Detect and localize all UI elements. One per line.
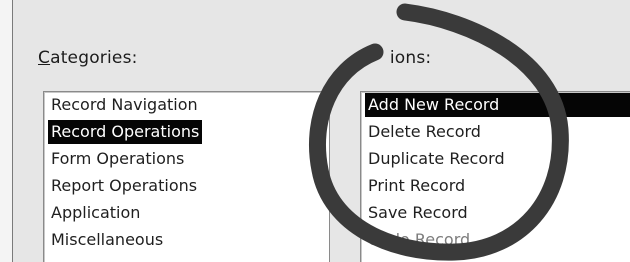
action-item-duplicate-record[interactable]: Duplicate Record xyxy=(365,147,508,171)
category-item-report-operations[interactable]: Report Operations xyxy=(48,174,200,198)
actions-label: Aions: xyxy=(356,48,431,68)
action-item-save-record[interactable]: Save Record xyxy=(365,201,471,225)
action-item-add-new-record[interactable]: Add New Record xyxy=(365,93,630,117)
categories-listbox[interactable]: Record Navigation Record Operations Form… xyxy=(43,91,330,262)
command-button-wizard-dialog: Categories: Aions: Record Navigation Rec… xyxy=(0,0,630,262)
action-item-undo-record[interactable]: Undo Record xyxy=(365,228,473,252)
category-item-application[interactable]: Application xyxy=(48,201,143,225)
actions-listbox[interactable]: Add New Record Delete Record Duplicate R… xyxy=(360,91,630,262)
category-item-form-operations[interactable]: Form Operations xyxy=(48,147,187,171)
actions-label-text: ions: xyxy=(389,48,432,68)
categories-label: Categories: xyxy=(38,48,138,68)
action-item-print-record[interactable]: Print Record xyxy=(365,174,468,198)
categories-label-accelerator: C xyxy=(38,48,51,68)
actions-label-accelerator: A xyxy=(356,48,368,68)
category-item-record-operations[interactable]: Record Operations xyxy=(48,120,203,144)
category-item-miscellaneous[interactable]: Miscellaneous xyxy=(48,228,166,252)
action-item-delete-record[interactable]: Delete Record xyxy=(365,120,484,144)
category-item-record-navigation[interactable]: Record Navigation xyxy=(48,93,201,117)
dialog-left-border xyxy=(0,0,13,262)
categories-label-text: ategories: xyxy=(50,48,138,68)
